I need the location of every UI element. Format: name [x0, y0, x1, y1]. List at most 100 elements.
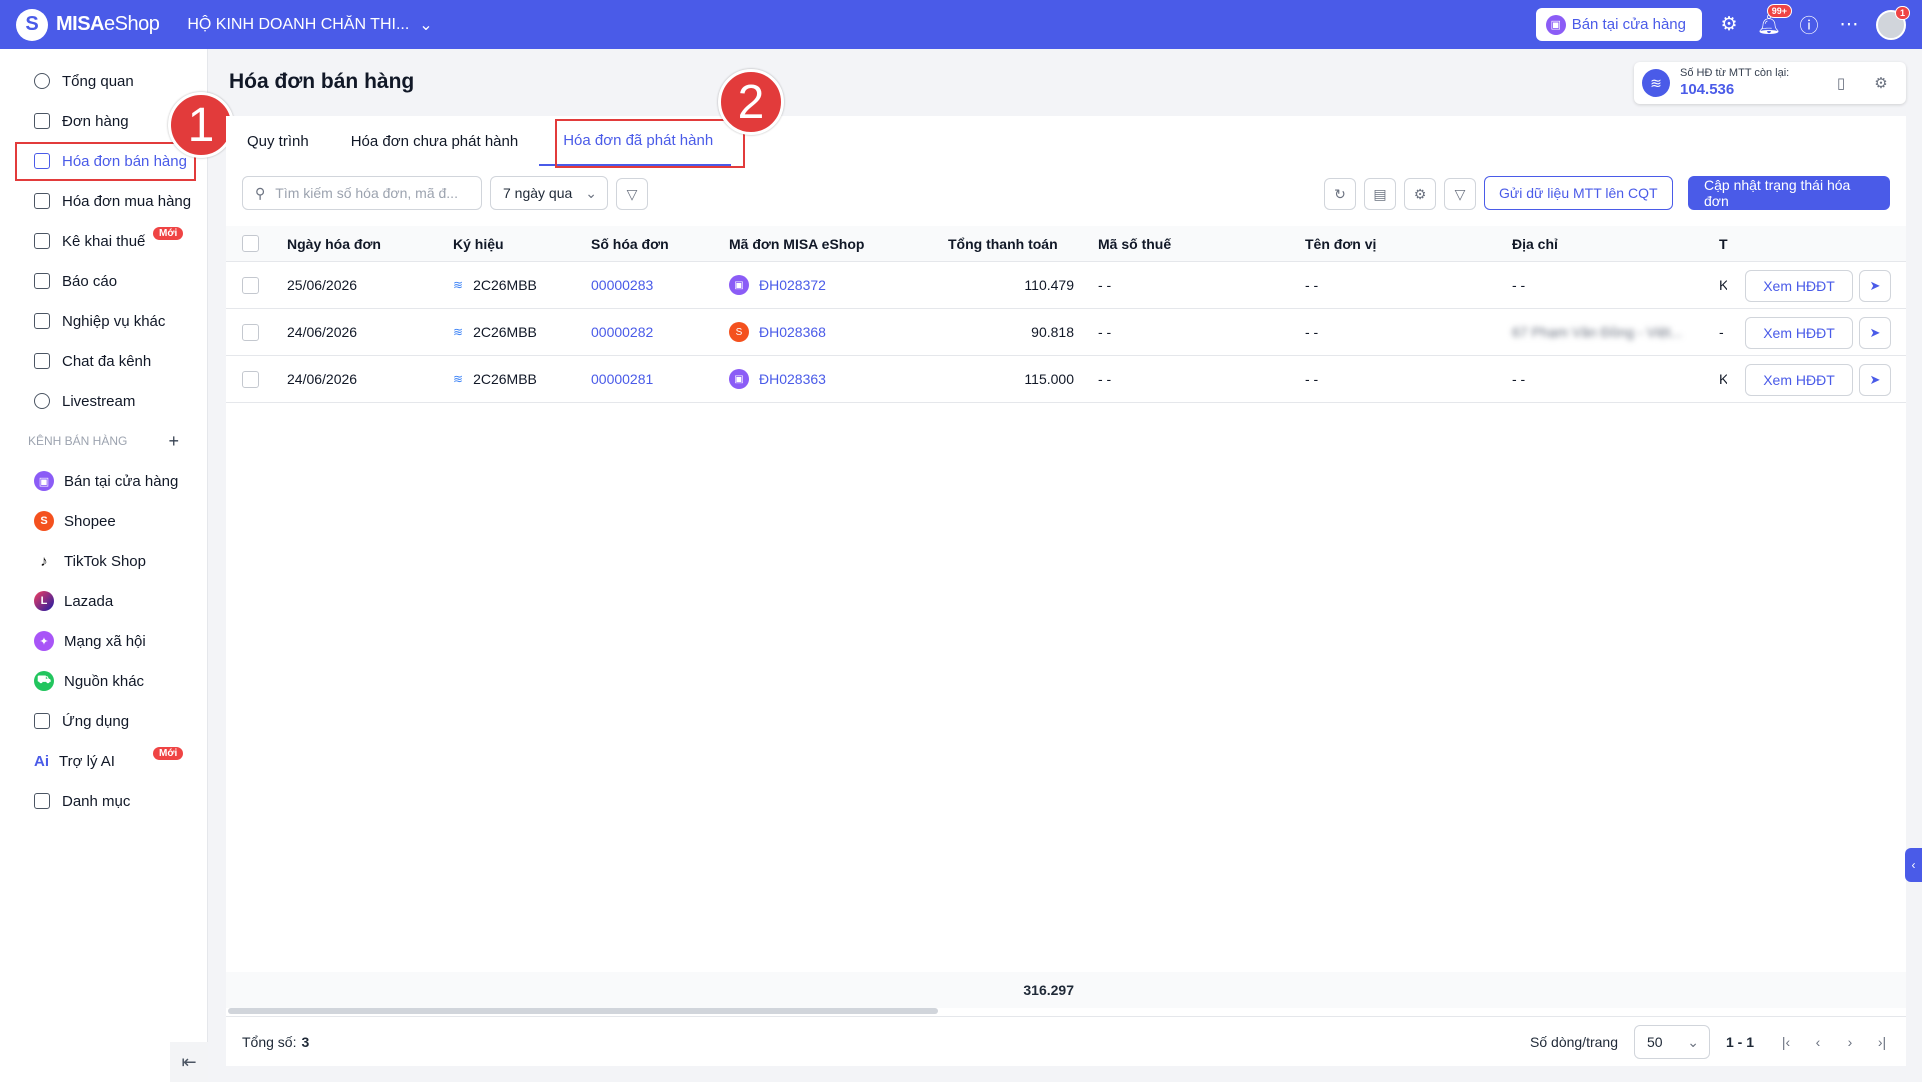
logo-text: MISAeShop — [56, 13, 160, 36]
sidebar-item-other-operations[interactable]: Nghiệp vụ khác — [0, 301, 207, 341]
select-all-cell — [242, 226, 259, 261]
sidebar-item-lazada[interactable]: L Lazada — [0, 581, 207, 621]
order-icon — [34, 113, 50, 129]
next-page-icon[interactable]: › — [1834, 1034, 1866, 1050]
address: - - — [1512, 371, 1526, 387]
rows-per-page-select[interactable]: 50 ⌄ — [1633, 1025, 1710, 1059]
sidebar-item-tiktok[interactable]: ♪ TikTok Shop — [0, 541, 207, 581]
table-row[interactable]: 24/06/2026 ≋ 2C26MBB 00000281 ▣ ĐH028363 1… — [226, 356, 1906, 403]
sidebar-item-reports[interactable]: Báo cáo — [0, 261, 207, 301]
col-header-total[interactable]: Tổng thanh toán — [948, 226, 1058, 261]
export-file-icon[interactable]: ▤ — [1364, 178, 1396, 210]
sidebar-item-label: Hóa đơn mua hàng — [62, 192, 192, 210]
sell-at-store-label: Bán tại cửa hàng — [1571, 16, 1686, 33]
col-header-tax-code[interactable]: Mã số thuế — [1098, 226, 1171, 261]
col-header-number[interactable]: Số hóa đơn — [591, 226, 669, 261]
dashboard-icon — [34, 73, 50, 89]
avatar[interactable]: 1 — [1876, 5, 1910, 40]
row-checkbox[interactable] — [242, 323, 259, 341]
invoice-stack-icon: ≋ — [1642, 69, 1670, 97]
col-header-unit-name[interactable]: Tên đơn vị — [1305, 226, 1376, 261]
side-panel-toggle-icon[interactable]: ‹ — [1905, 848, 1922, 882]
col-header-address[interactable]: Địa chỉ — [1512, 226, 1558, 261]
add-channel-icon[interactable]: + — [168, 431, 179, 452]
view-einvoice-button[interactable]: Xem HĐĐT — [1745, 317, 1853, 349]
invoice-quota-card: ≋ Số HĐ từ MTT còn lại: 104.536 ▯ ⚙ — [1634, 62, 1906, 104]
tab-unissued[interactable]: Hóa đơn chưa phát hành — [330, 116, 540, 166]
advanced-filter-icon[interactable]: ▽ — [1444, 178, 1476, 210]
tax-code: - - — [1098, 324, 1112, 340]
settings-icon[interactable]: ⚙ — [1716, 12, 1742, 38]
more-icon[interactable]: ⋯ — [1836, 12, 1862, 38]
view-einvoice-button[interactable]: Xem HĐĐT — [1745, 270, 1853, 302]
last-page-icon[interactable]: ›| — [1866, 1034, 1898, 1050]
send-icon[interactable]: ➤ — [1859, 317, 1891, 349]
invoice-symbol: ≋ 2C26MBB — [453, 356, 537, 402]
sidebar-item-multichannel-chat[interactable]: Chat đa kênh — [0, 341, 207, 381]
column-settings-icon[interactable]: ⚙ — [1404, 178, 1436, 210]
sidebar-item-apps[interactable]: Ứng dụng — [0, 701, 207, 741]
invoice-panel: Quy trình Hóa đơn chưa phát hành Hóa đơn… — [226, 116, 1906, 1066]
row-checkbox[interactable] — [242, 370, 259, 388]
row-checkbox-cell — [242, 262, 259, 308]
sidebar-item-label: Livestream — [62, 392, 136, 410]
send-mtt-button[interactable]: Gửi dữ liệu MTT lên CQT — [1484, 176, 1673, 210]
address: 67 Phạm Văn Đồng - Việt... — [1512, 324, 1683, 340]
gear-icon[interactable]: ⚙ — [1866, 68, 1896, 98]
sidebar-item-tax-declaration[interactable]: Kê khai thuế Mới — [0, 221, 207, 261]
collapse-sidebar-icon[interactable]: ⇤ — [170, 1042, 208, 1082]
filter-icon[interactable]: ▽ — [616, 178, 648, 210]
prev-page-icon[interactable]: ‹ — [1802, 1034, 1834, 1050]
order-code-link[interactable]: ĐH028368 — [759, 324, 826, 340]
store-bag-icon: ▣ — [729, 275, 749, 295]
invoice-number-link[interactable]: 00000282 — [591, 309, 653, 355]
order-code-link[interactable]: ĐH028372 — [759, 277, 826, 293]
invoice-number-link[interactable]: 00000281 — [591, 356, 653, 402]
update-invoice-status-button[interactable]: Cập nhật trạng thái hóa đơn — [1688, 176, 1890, 210]
sidebar-item-shopee[interactable]: S Shopee — [0, 501, 207, 541]
search-input[interactable]: ⚲ Tìm kiếm số hóa đơn, mã đ... — [242, 176, 482, 210]
sidebar-item-catalog[interactable]: Danh mục — [0, 781, 207, 821]
tab-process[interactable]: Quy trình — [226, 116, 330, 166]
col-header-date[interactable]: Ngày hóa đơn — [287, 226, 381, 261]
social-network-icon: ✦ — [34, 631, 54, 651]
sidebar-item-livestream[interactable]: Livestream — [0, 381, 207, 421]
select-all-checkbox[interactable] — [242, 235, 259, 252]
date-range-select[interactable]: 7 ngày qua ⌄ — [490, 176, 608, 210]
sidebar-item-social[interactable]: ✦ Mạng xã hội — [0, 621, 207, 661]
send-icon[interactable]: ➤ — [1859, 270, 1891, 302]
sidebar-item-other-source[interactable]: ⛟ Nguồn khác — [0, 661, 207, 701]
col-header-order[interactable]: Mã đơn MISA eShop — [729, 226, 864, 261]
sidebar-item-store[interactable]: ▣ Bán tại cửa hàng — [0, 461, 207, 501]
bell-icon[interactable]: 🔔︎ 99+ — [1756, 3, 1792, 38]
row-checkbox-cell — [242, 309, 259, 355]
col-header-symbol[interactable]: Ký hiệu — [453, 226, 504, 261]
total-amount: 110.479 — [1024, 277, 1074, 293]
store-selector[interactable]: HỘ KINH DOANH CHĂN THI... ⌄ — [187, 15, 432, 35]
logo[interactable]: S MISAeShop — [16, 8, 160, 41]
order-code-link[interactable]: ĐH028363 — [759, 371, 826, 387]
lazada-icon: L — [34, 591, 54, 611]
help-icon[interactable]: ⓘ — [1796, 12, 1822, 38]
send-icon[interactable]: ➤ — [1859, 364, 1891, 396]
quota-value: 104.536 — [1680, 80, 1735, 98]
signature-icon: ≋ — [453, 278, 464, 292]
horizontal-scrollbar[interactable] — [228, 1008, 938, 1014]
col-header-truncated[interactable]: T — [1719, 226, 1728, 261]
sidebar-item-ai-assistant[interactable]: Ai Trợ lý AI Mới — [0, 741, 207, 781]
first-page-icon[interactable]: |‹ — [1770, 1034, 1802, 1050]
view-einvoice-button[interactable]: Xem HĐĐT — [1745, 364, 1853, 396]
document-icon[interactable]: ▯ — [1826, 68, 1856, 98]
sell-at-store-button[interactable]: ▣ Bán tại cửa hàng — [1535, 8, 1702, 41]
table-row[interactable]: 25/06/2026 ≋ 2C26MBB 00000283 ▣ ĐH028372 1… — [226, 262, 1906, 309]
total-amount: 115.000 — [1024, 371, 1074, 387]
cart-icon: ⛟ — [34, 671, 54, 691]
sidebar-item-overview[interactable]: Tổng quan — [0, 61, 207, 101]
refresh-icon[interactable]: ↻ — [1324, 178, 1356, 210]
unit-name: - - — [1305, 277, 1319, 293]
sidebar-item-purchase-invoice[interactable]: Hóa đơn mua hàng — [0, 181, 207, 221]
row-checkbox[interactable] — [242, 276, 259, 294]
invoice-symbol-text: 2C26MBB — [473, 371, 537, 387]
table-row[interactable]: 24/06/2026 ≋ 2C26MBB 00000282 S ĐH028368 9… — [226, 309, 1906, 356]
invoice-number-link[interactable]: 00000283 — [591, 262, 653, 308]
